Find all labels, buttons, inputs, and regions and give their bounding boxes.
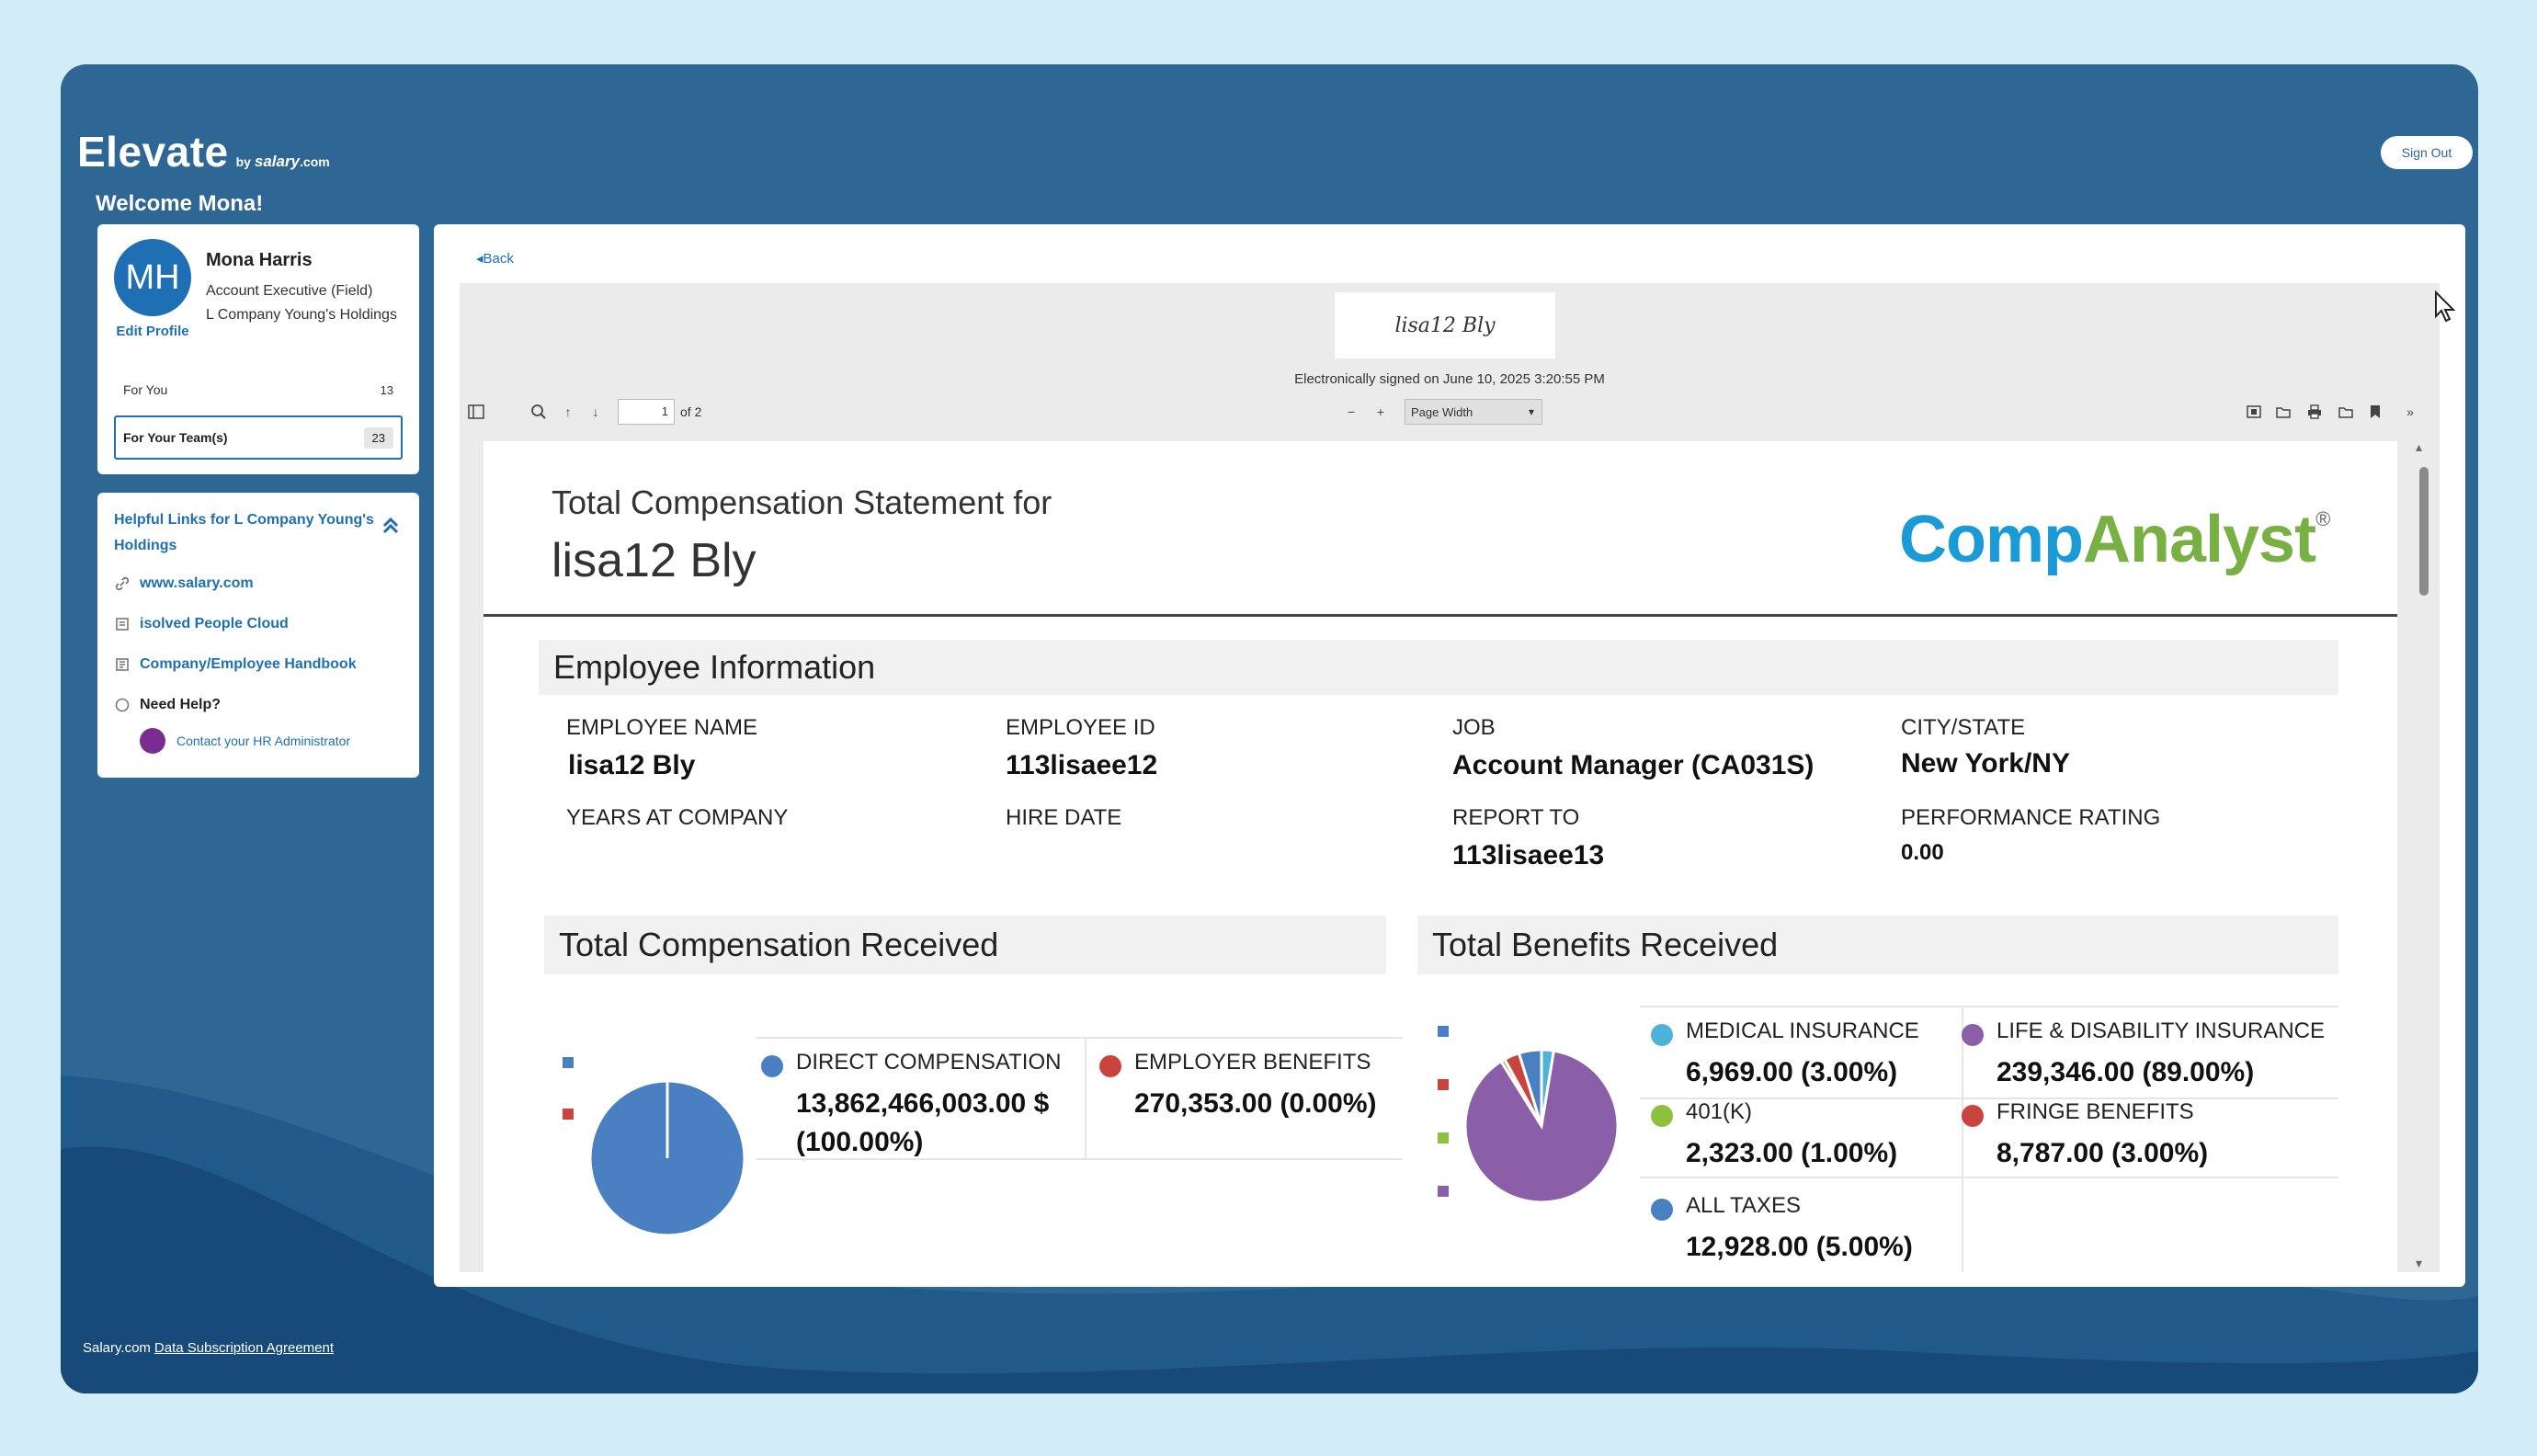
job-label: JOB bbox=[1452, 715, 1496, 740]
more-tools-icon[interactable]: » bbox=[2399, 401, 2421, 423]
for-your-teams-item[interactable]: For Your Team(s) 23 bbox=[114, 415, 403, 460]
contact-hr-link[interactable]: Contact your HR Administrator bbox=[140, 728, 350, 754]
employee-name-value: lisa12 Bly bbox=[568, 750, 696, 780]
link-handbook[interactable]: Company/Employee Handbook bbox=[114, 656, 357, 673]
legend-rule bbox=[1640, 1006, 2338, 1007]
legend-swatch bbox=[1438, 1132, 1449, 1143]
profile-card: MH Edit Profile Mona Harris Account Exec… bbox=[97, 224, 419, 474]
city-state-value: New York/NY bbox=[1901, 748, 2070, 779]
cloud-doc-icon bbox=[116, 618, 129, 631]
for-you-count: 13 bbox=[380, 382, 393, 397]
companalyst-logo: CompAnalyst® bbox=[1899, 503, 2330, 576]
arrow-down-icon[interactable]: ↓ bbox=[585, 401, 607, 423]
handbook-icon bbox=[116, 658, 129, 671]
zoom-out-icon[interactable]: − bbox=[1340, 401, 1362, 423]
report-to-label: REPORT TO bbox=[1452, 805, 1580, 830]
legend-rule bbox=[1962, 1007, 1963, 1272]
employee-name-label: EMPLOYEE NAME bbox=[566, 715, 758, 740]
mouse-cursor-icon bbox=[2435, 290, 2456, 323]
legend-dot bbox=[1962, 1105, 1984, 1127]
city-state-label: CITY/STATE bbox=[1901, 715, 2026, 740]
hr-avatar bbox=[140, 728, 165, 754]
back-link[interactable]: ◂Back bbox=[476, 250, 514, 267]
zoom-select[interactable]: Page Width ▾ bbox=[1405, 399, 1542, 425]
search-icon[interactable] bbox=[528, 401, 550, 423]
scroll-up-icon[interactable]: ▴ bbox=[2416, 439, 2422, 455]
open-file-icon[interactable] bbox=[2272, 401, 2294, 423]
data-subscription-link[interactable]: Data Subscription Agreement bbox=[154, 1340, 334, 1356]
years-label: YEARS AT COMPANY bbox=[566, 805, 789, 830]
zoom-in-icon[interactable]: + bbox=[1370, 401, 1392, 423]
help-icon bbox=[115, 698, 130, 712]
presentation-icon[interactable] bbox=[2243, 401, 2265, 423]
profile-name: Mona Harris bbox=[206, 250, 313, 270]
legend-swatch-employer bbox=[563, 1109, 574, 1120]
edit-profile-link[interactable]: Edit Profile bbox=[114, 324, 191, 339]
hire-date-label: HIRE DATE bbox=[1006, 805, 1122, 830]
statement-title: Total Compensation Statement for bbox=[552, 483, 1052, 521]
legend-swatch bbox=[1438, 1026, 1449, 1037]
job-value: Account Manager (CA031S) bbox=[1452, 750, 1815, 780]
pdf-viewer: lisa12 Bly Electronically signed on June… bbox=[460, 283, 2440, 1272]
signed-text: Electronically signed on June 10, 2025 3… bbox=[1294, 371, 1605, 387]
page-total: of 2 bbox=[680, 404, 702, 419]
link-isolved[interactable]: isolved People Cloud bbox=[114, 616, 289, 632]
app-window: Elevate by salary.com Welcome Mona! Sign… bbox=[61, 64, 2478, 1393]
for-team-count: 23 bbox=[363, 427, 393, 449]
for-you-item[interactable]: For You 13 bbox=[114, 371, 403, 408]
legend-swatch bbox=[1438, 1186, 1449, 1197]
legend-dot bbox=[1651, 1024, 1673, 1046]
vertical-scrollbar[interactable]: ▴ ▾ bbox=[2412, 439, 2434, 1272]
sidebar-toggle-icon[interactable] bbox=[465, 401, 487, 423]
profile-title: Account Executive (Field) L Company Youn… bbox=[206, 283, 397, 323]
welcome-message: Welcome Mona! bbox=[96, 191, 264, 216]
page-number-input[interactable]: 1 bbox=[618, 399, 675, 425]
benefits-header: Total Benefits Received bbox=[1417, 916, 2338, 974]
avatar: MH bbox=[114, 239, 191, 316]
performance-label: PERFORMANCE RATING bbox=[1901, 805, 2161, 830]
pdf-toolbar: ↑ ↓ 1 of 2 − + Page Width ▾ » bbox=[460, 393, 2440, 430]
report-to-value: 113lisaee13 bbox=[1452, 840, 1605, 870]
legend-dot bbox=[1651, 1105, 1673, 1127]
chevron-up-icon[interactable] bbox=[381, 515, 401, 535]
link-icon bbox=[115, 576, 130, 591]
compensation-pie-chart bbox=[588, 1079, 746, 1237]
bookmark-icon[interactable] bbox=[2364, 401, 2386, 423]
legend-rule bbox=[1640, 1177, 2338, 1178]
logo-by: by salary.com bbox=[235, 153, 330, 170]
legend-rule bbox=[756, 1037, 1403, 1039]
sign-out-button[interactable]: Sign Out bbox=[2381, 136, 2473, 169]
helpful-links-title: Helpful Links for L Company Young's Hold… bbox=[114, 512, 374, 553]
benefits-pie-chart bbox=[1463, 1048, 1620, 1204]
legend-dot bbox=[1962, 1024, 1984, 1046]
legend-dot bbox=[1099, 1055, 1121, 1077]
divider bbox=[484, 614, 2397, 617]
scroll-thumb[interactable] bbox=[2419, 467, 2429, 596]
performance-value: 0.00 bbox=[1901, 840, 1944, 865]
employee-id-label: EMPLOYEE ID bbox=[1006, 715, 1155, 740]
link-salary[interactable]: www.salary.com bbox=[114, 575, 254, 592]
logo-text: Elevate bbox=[77, 128, 229, 176]
legend-swatch-direct bbox=[563, 1057, 574, 1068]
scroll-down-icon[interactable]: ▾ bbox=[2416, 1256, 2422, 1271]
legend-rule bbox=[1085, 1039, 1086, 1158]
arrow-up-icon[interactable]: ↑ bbox=[557, 401, 579, 423]
statement-employee-name: lisa12 Bly bbox=[552, 534, 757, 587]
legend-dot bbox=[1651, 1199, 1673, 1221]
footer: Salary.com Data Subscription Agreement bbox=[83, 1340, 335, 1356]
legend-dot bbox=[761, 1055, 783, 1077]
compensation-header: Total Compensation Received bbox=[544, 916, 1386, 974]
print-icon[interactable] bbox=[2304, 401, 2326, 423]
save-icon[interactable] bbox=[2335, 401, 2357, 423]
chevron-down-icon: ▾ bbox=[1528, 405, 1534, 418]
employee-id-value: 113lisaee12 bbox=[1006, 750, 1158, 780]
legend-swatch bbox=[1438, 1079, 1449, 1090]
helpful-links-card: Helpful Links for L Company Young's Hold… bbox=[97, 493, 419, 778]
employee-info-header: Employee Information bbox=[539, 640, 2338, 695]
app-logo[interactable]: Elevate by salary.com bbox=[77, 127, 330, 176]
need-help: Need Help? bbox=[114, 697, 221, 713]
document-panel: ◂Back lisa12 Bly Electronically signed o… bbox=[434, 224, 2465, 1287]
pdf-page: Total Compensation Statement for lisa12 … bbox=[484, 441, 2397, 1272]
signature-box: lisa12 Bly bbox=[1335, 292, 1555, 358]
